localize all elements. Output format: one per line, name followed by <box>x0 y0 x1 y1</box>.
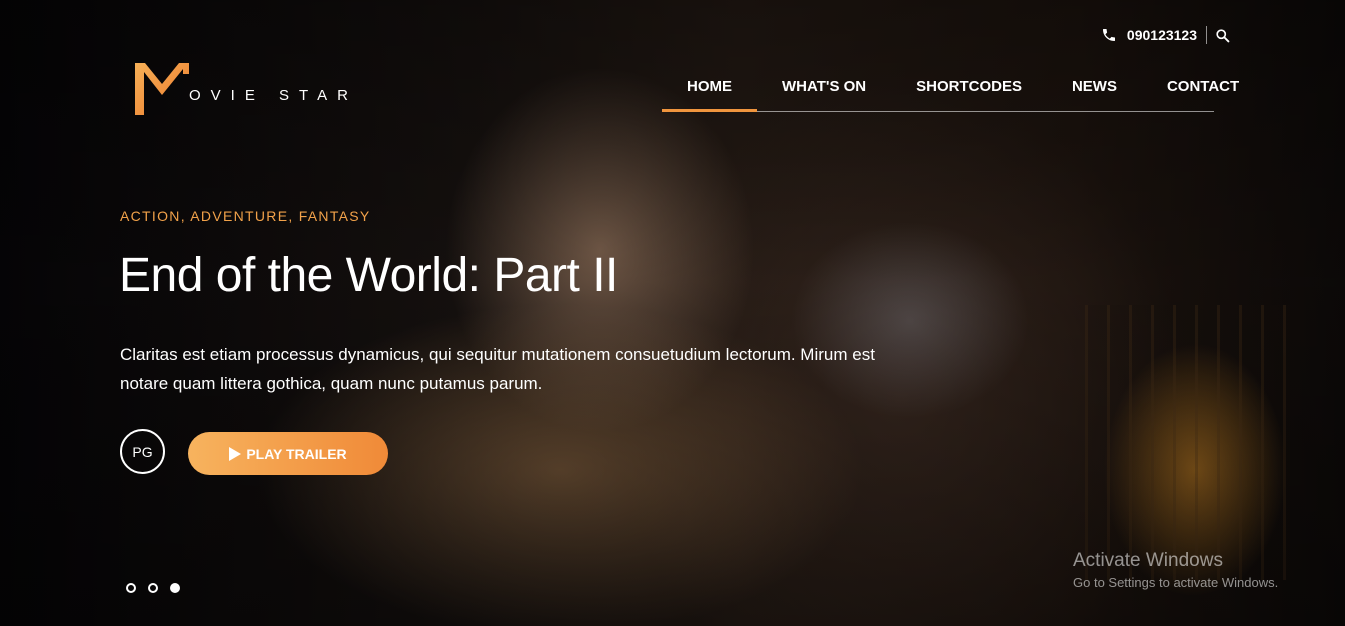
main-nav: HOME WHAT'S ON SHORTCODES NEWS CONTACT <box>662 64 1239 112</box>
logo-m-mark <box>135 63 189 115</box>
movie-description: Claritas est etiam processus dynamicus, … <box>120 345 875 393</box>
nav-item-home[interactable]: HOME <box>662 64 757 112</box>
nav-item-whats-on[interactable]: WHAT'S ON <box>757 64 891 111</box>
search-icon[interactable] <box>1215 28 1230 43</box>
watermark-subtitle: Go to Settings to activate Windows. <box>1073 575 1279 590</box>
slider-dot-3[interactable] <box>170 583 180 593</box>
slider-dots <box>126 583 192 593</box>
play-trailer-label: PLAY TRAILER <box>246 445 347 462</box>
play-trailer-button[interactable]: PLAY TRAILER <box>188 432 388 475</box>
activate-windows-watermark: Activate Windows Go to Settings to activ… <box>1073 549 1278 593</box>
slider-dot-2[interactable] <box>148 583 158 593</box>
phone-number[interactable]: 090123123 <box>1127 27 1197 43</box>
page: 090123123 OVIE STAR HOME WHAT'S ON SHORT… <box>0 0 1345 626</box>
slider-dot-1[interactable] <box>126 583 136 593</box>
watermark-title: Activate Windows <box>1073 550 1223 571</box>
site-logo[interactable]: OVIE STAR <box>135 62 358 116</box>
topbar-divider <box>1206 26 1207 44</box>
topbar: 090123123 <box>1101 26 1230 44</box>
rating-badge: PG <box>120 429 165 474</box>
nav-item-news[interactable]: NEWS <box>1047 64 1142 111</box>
phone-icon <box>1102 29 1115 41</box>
nav-item-shortcodes[interactable]: SHORTCODES <box>891 64 1047 111</box>
movie-title: End of the World: Part II <box>119 249 618 302</box>
play-icon <box>229 446 242 461</box>
movie-genres: ACTION, ADVENTURE, FANTASY <box>120 208 371 224</box>
nav-item-contact[interactable]: CONTACT <box>1142 64 1264 111</box>
logo-text: OVIE STAR <box>189 87 358 104</box>
